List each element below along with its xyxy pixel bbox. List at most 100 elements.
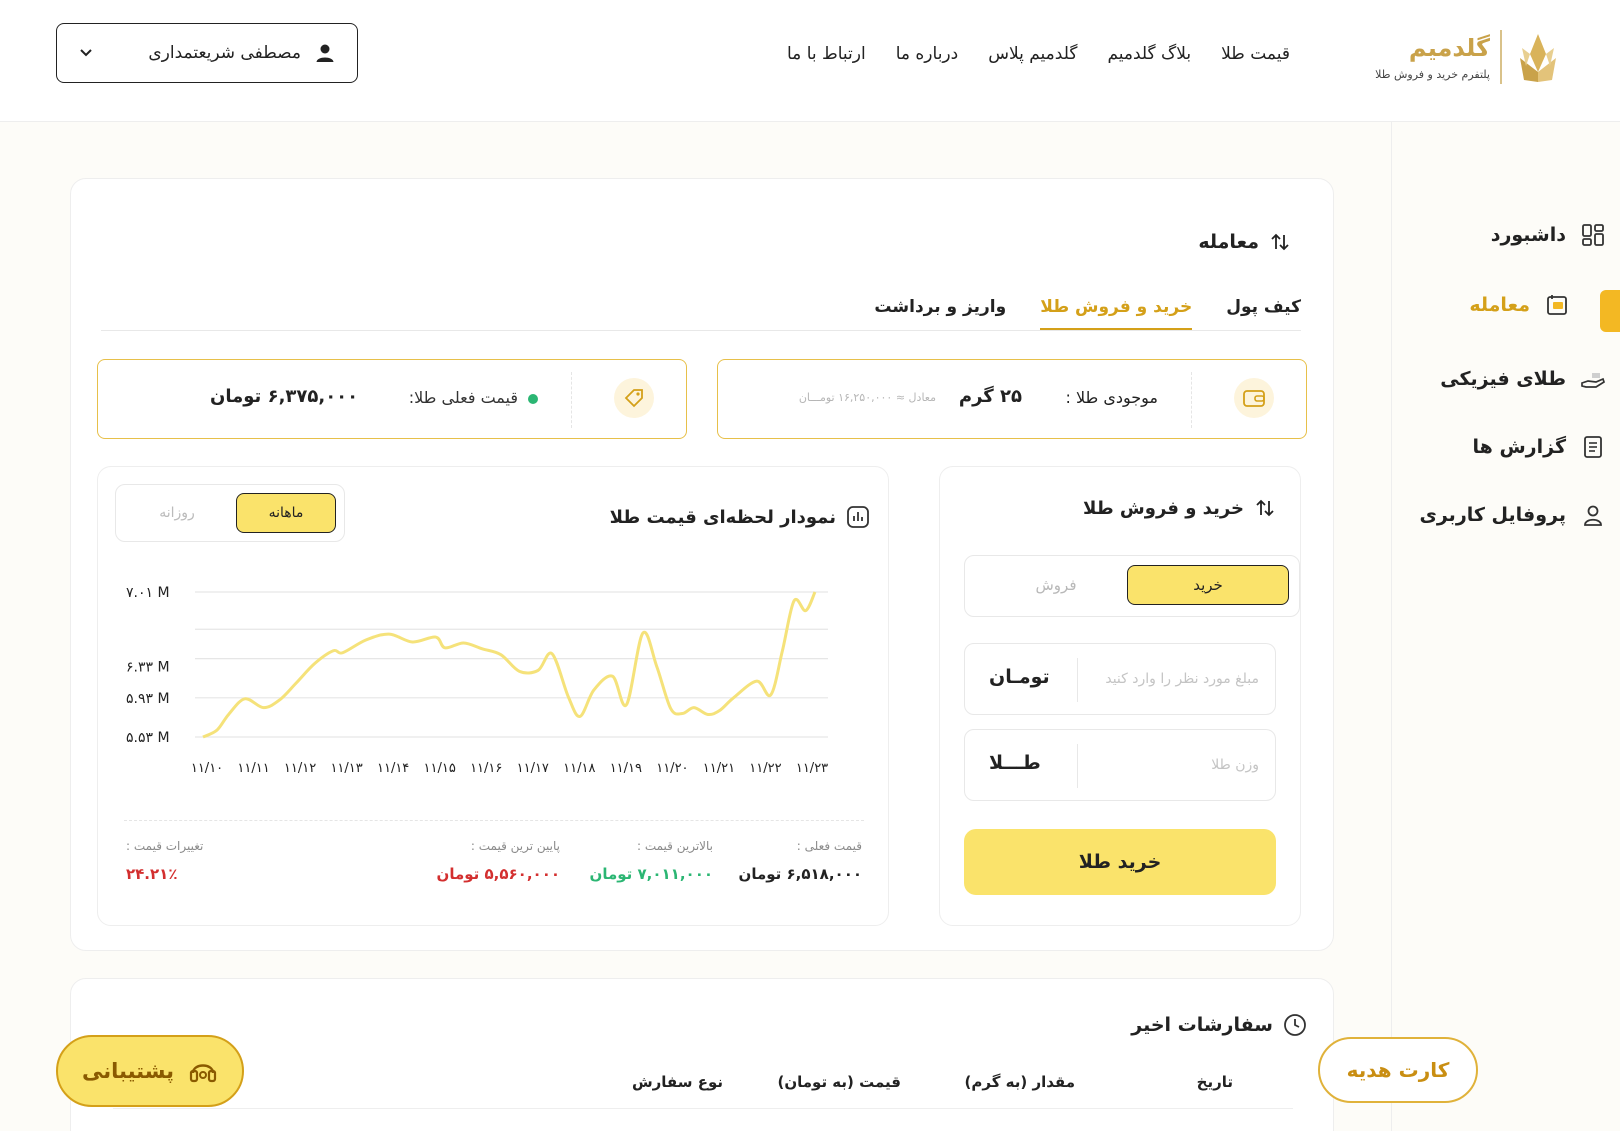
- sidebar-item-label: گزارش ها: [1472, 436, 1566, 458]
- period-toggle: ماهانه روزانه: [115, 484, 345, 542]
- x-tick-label: ۱۱/۱۳: [330, 761, 362, 776]
- sidebar-item-physical-gold[interactable]: طلای فیزیکی: [1440, 366, 1606, 392]
- balance-equivalent: معادل ≈ ۱۶,۲۵۰,۰۰۰ تومـــان: [798, 391, 936, 404]
- x-tick-label: ۱۱/۱۱: [237, 761, 269, 776]
- sidebar-item-profile[interactable]: پروفایل کاربری: [1419, 502, 1606, 528]
- sidebar-item-reports[interactable]: گزارش ها: [1473, 434, 1606, 460]
- hand-gold-icon: [1580, 366, 1606, 392]
- stat-low: پایین ترین قیمت : ۵,۵۶۰,۰۰۰ تومان: [437, 839, 560, 883]
- y-tick-label: ۶.۳۳ M: [126, 660, 170, 676]
- y-tick-label: ۷.۰۱ M: [126, 585, 170, 601]
- orders-title-row: سفارشات اخیر: [1131, 1013, 1307, 1037]
- amount-field: تومـان: [964, 643, 1276, 715]
- page-title: معامله: [1198, 231, 1259, 253]
- col-type: نوع سفارش: [631, 1073, 723, 1091]
- tab-deposit-withdraw[interactable]: واریز و برداشت: [874, 297, 1006, 330]
- x-tick-label: ۱۱/۱۷: [517, 761, 549, 776]
- nav-about[interactable]: درباره ما: [896, 44, 959, 64]
- y-tick-label: ۵.۵۳ M: [126, 730, 170, 746]
- sidebar-item-label: پروفایل کاربری: [1419, 504, 1566, 526]
- nav-gold-price[interactable]: قیمت طلا: [1221, 44, 1290, 64]
- price-chart-panel: نمودار لحظه‌ای قیمت طلا ماهانه روزانه ۷.…: [97, 466, 889, 926]
- sidebar-item-trade[interactable]: معامله: [1469, 292, 1570, 318]
- divider: [571, 372, 572, 428]
- lotus-logo-icon: [1520, 34, 1556, 82]
- amount-unit: تومـان: [989, 666, 1050, 688]
- buy-tab[interactable]: خرید: [1127, 565, 1289, 605]
- price-line-chart: ۷.۰۱ M ۶.۳۳ M ۵.۹۳ M ۵.۵۳ M ۱۱/۱۰ ۱۱/۱۱ ۱۱/۱۲ ۱…: [126, 585, 828, 776]
- nav-plus[interactable]: گلدمیم پلاس: [988, 44, 1077, 64]
- weight-field: طـــلا: [964, 729, 1276, 801]
- support-button[interactable]: پشتیبانی: [56, 1035, 244, 1107]
- orders-table-header: تاریخ مقدار (به گرم) قیمت (به تومان) نوع…: [113, 1073, 1293, 1109]
- stat-change-label: تغییرات قیمت :: [126, 839, 204, 853]
- sidebar-item-label: داشبورد: [1490, 224, 1566, 246]
- x-tick-label: ۱۱/۱۸: [563, 761, 595, 776]
- brand-logo[interactable]: گلدمیم پلتفرم خرید و فروش طلا: [1374, 22, 1564, 92]
- col-amount: مقدار (به گرم): [964, 1073, 1075, 1091]
- x-tick-label: ۱۱/۱۲: [284, 761, 316, 776]
- chart-title: نمودار لحظه‌ای قیمت طلا: [609, 506, 836, 528]
- buy-gold-button[interactable]: خرید طلا: [964, 829, 1276, 895]
- period-daily[interactable]: روزانه: [132, 493, 222, 533]
- stat-high-label: بالاترین قیمت :: [636, 839, 713, 853]
- x-tick-label: ۱۱/۱۹: [610, 761, 642, 776]
- sidebar-item-label: طلای فیزیکی: [1440, 368, 1566, 390]
- stat-high: بالاترین قیمت : ۷,۰۱۱,۰۰۰ تومان: [590, 839, 713, 883]
- stat-change: تغییرات قیمت : ۲۴.۲۱٪: [126, 839, 203, 883]
- brand-tagline: پلتفرم خرید و فروش طلا: [1375, 68, 1490, 81]
- chart-title-row: نمودار لحظه‌ای قیمت طلا: [610, 505, 870, 529]
- user-icon: [316, 44, 334, 62]
- period-monthly[interactable]: ماهانه: [236, 493, 336, 533]
- top-header: گلدمیم پلتفرم خرید و فروش طلا قیمت طلا ب…: [0, 0, 1620, 122]
- swap-arrows-icon: [1271, 233, 1289, 251]
- tab-buy-sell[interactable]: خرید و فروش طلا: [1040, 297, 1193, 330]
- col-price: قیمت (به تومان): [777, 1073, 901, 1091]
- weight-unit: طـــلا: [989, 752, 1041, 774]
- col-date: تاریخ: [1196, 1073, 1233, 1091]
- weight-input[interactable]: [1059, 750, 1259, 780]
- wallet-icon: [1234, 378, 1274, 418]
- balance-label: موجودی طلا :: [1065, 388, 1158, 407]
- field-divider: [1077, 658, 1078, 702]
- main-nav: قیمت طلا بلاگ گلدمیم گلدمیم پلاس درباره …: [787, 44, 1290, 64]
- buy-sell-heading: خرید و فروش طلا: [1083, 497, 1244, 519]
- y-tick-label: ۵.۹۳ M: [126, 691, 170, 707]
- sidebar-item-dashboard[interactable]: داشبورد: [1491, 222, 1606, 248]
- price-tag-icon: [614, 378, 654, 418]
- x-tick-label: ۱۱/۱۶: [470, 761, 502, 776]
- recent-orders-card: سفارشات اخیر تاریخ مقدار (به گرم) قیمت (…: [70, 978, 1334, 1131]
- swap-arrows-icon: [1256, 499, 1274, 517]
- trade-card: معامله کیف پول خرید و فروش طلا واریز و ب…: [70, 178, 1334, 951]
- buy-sell-panel: خرید و فروش طلا خرید فروش تومـان طـــلا …: [939, 466, 1301, 926]
- tab-wallet[interactable]: کیف پول: [1226, 297, 1301, 330]
- stat-high-value: ۷,۰۱۱,۰۰۰ تومان: [589, 865, 713, 883]
- stat-change-value: ۲۴.۲۱٪: [126, 865, 178, 883]
- clock-icon: [1284, 1014, 1306, 1036]
- divider: [1191, 372, 1192, 428]
- trade-tabs: کیف پول خرید و فروش طلا واریز و برداشت: [101, 297, 1301, 331]
- live-dot: [528, 394, 538, 404]
- user-menu[interactable]: مصطفی شریعتمداری: [56, 23, 358, 83]
- balance-amount: ۲۵ گرم: [958, 386, 1022, 407]
- nav-blog[interactable]: بلاگ گلدمیم: [1107, 44, 1191, 64]
- price-series-line: [202, 591, 817, 739]
- nav-contact[interactable]: ارتباط با ما: [787, 44, 866, 64]
- headset-icon: [189, 1064, 217, 1083]
- bar-chart-icon: [847, 506, 869, 528]
- trade-icon: [1544, 292, 1570, 318]
- gold-price-box: قیمت فعلی طلا: ۶,۳۷۵,۰۰۰ تومان: [97, 359, 687, 439]
- gift-card-button[interactable]: کارت هدیه: [1318, 1037, 1478, 1103]
- brand-name: گلدمیم: [1408, 34, 1490, 62]
- sidebar-item-label: معامله: [1469, 294, 1530, 316]
- user-name: مصطفی شریعتمداری: [148, 43, 301, 63]
- buy-sell-toggle: خرید فروش: [964, 555, 1300, 617]
- stat-current-label: قیمت فعلی :: [796, 839, 862, 853]
- stats-divider: [124, 820, 864, 821]
- x-tick-label: ۱۱/۲۱: [703, 761, 735, 776]
- amount-input[interactable]: [1059, 664, 1259, 694]
- orders-title: سفارشات اخیر: [1131, 1014, 1273, 1036]
- logo-separator: [1500, 30, 1502, 84]
- support-label: پشتیبانی: [82, 1059, 174, 1083]
- sell-tab[interactable]: فروش: [975, 565, 1137, 605]
